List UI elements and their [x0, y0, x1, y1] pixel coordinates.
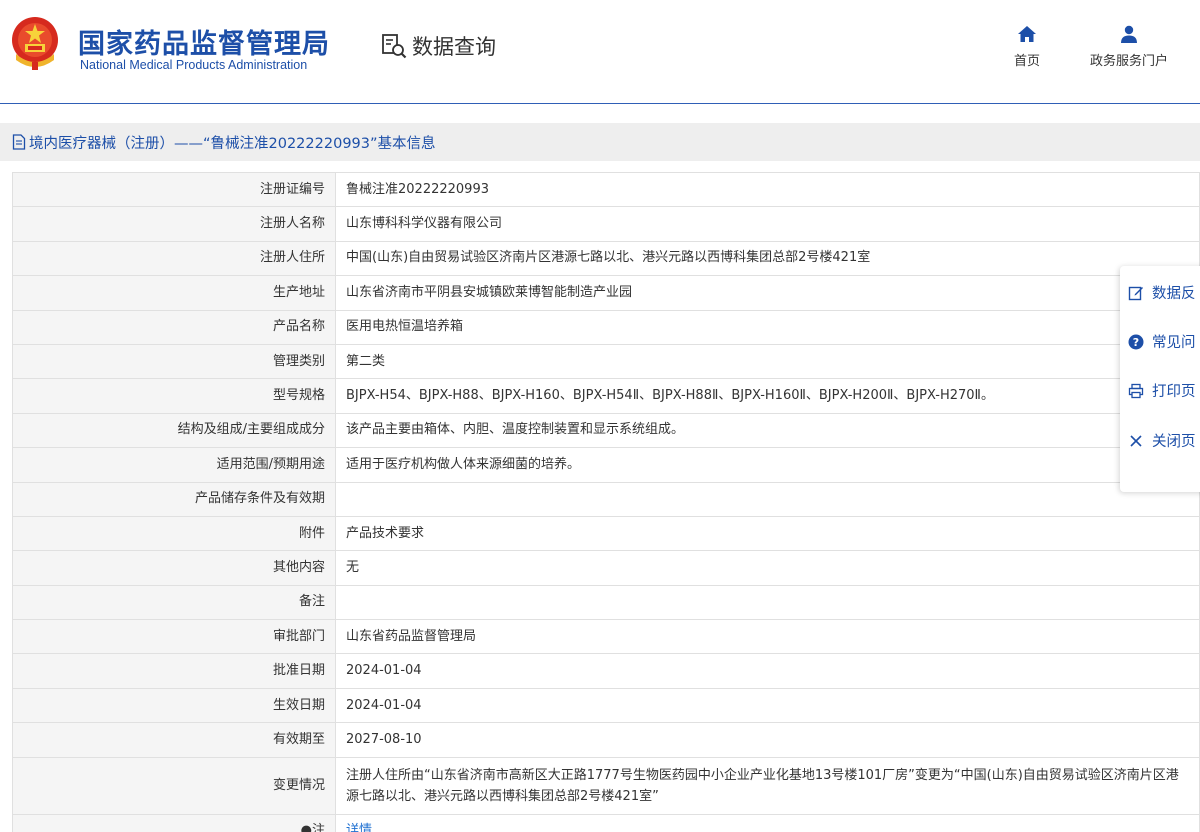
svg-text:?: ? [1133, 336, 1139, 349]
table-row: 生产地址 山东省济南市平阴县安城镇欧莱博智能制造产业园 [12, 275, 1200, 311]
details-link[interactable]: 详情 [346, 823, 372, 832]
row-label: 其他内容 [12, 550, 336, 586]
print-label: 打印页 [1152, 384, 1196, 400]
row-value: 适用于医疗机构做人体来源细菌的培养。 [335, 447, 1200, 483]
row-value [335, 584, 1200, 621]
printer-icon [1128, 383, 1144, 398]
row-value: 医用电热恒温培养箱 [335, 309, 1200, 345]
table-row: 注册证编号 鲁械注准20222220993 [12, 171, 1200, 208]
close-icon [1130, 434, 1142, 447]
table-row: 管理类别 第二类 [12, 343, 1200, 380]
edit-icon [1128, 286, 1143, 300]
row-value: 详情 [335, 813, 1200, 832]
table-row: 注册人名称 山东博科科学仪器有限公司 [12, 206, 1200, 242]
table-row: 产品储存条件及有效期 [12, 481, 1200, 517]
row-value: 产品技术要求 [335, 515, 1200, 552]
document-icon [12, 134, 26, 150]
row-value: 2027-08-10 [335, 722, 1200, 758]
faq-button[interactable]: ? 常见问 [1128, 331, 1196, 352]
registration-info-table: 注册证编号 鲁械注准20222220993 注册人名称 山东博科科学仪器有限公司 注… [12, 171, 1200, 832]
feedback-label: 数据反 [1152, 286, 1196, 302]
print-button[interactable]: 打印页 [1128, 380, 1196, 401]
data-query-title[interactable]: 数据查询 [380, 30, 496, 62]
row-value: 山东博科科学仪器有限公司 [335, 206, 1200, 242]
site-header: 国家药品监督管理局 National Medical Products Admi… [0, 0, 1200, 104]
nav-home-label: 首页 [1013, 54, 1040, 69]
row-value: 无 [335, 550, 1200, 586]
row-label: ●注 [12, 813, 336, 832]
row-value: 山东省济南市平阴县安城镇欧莱博智能制造产业园 [335, 275, 1200, 311]
row-label: 产品名称 [12, 309, 336, 345]
row-label: 结构及组成/主要组成成分 [12, 412, 336, 449]
row-label: 附件 [12, 515, 336, 552]
row-label: 生产地址 [12, 275, 336, 311]
row-label: 变更情况 [12, 756, 336, 815]
row-label: 型号规格 [12, 378, 336, 414]
table-row: 审批部门 山东省药品监督管理局 [12, 619, 1200, 655]
row-label: 有效期至 [12, 722, 336, 758]
row-label: 注册人住所 [12, 240, 336, 277]
feedback-button[interactable]: 数据反 [1128, 282, 1196, 303]
row-value: 第二类 [335, 343, 1200, 380]
row-label: 产品储存条件及有效期 [12, 481, 336, 517]
row-value: 山东省药品监督管理局 [335, 619, 1200, 655]
row-label: 生效日期 [12, 687, 336, 724]
question-icon: ? [1128, 334, 1144, 349]
row-value: 中国(山东)自由贸易试验区济南片区港源七路以北、港兴元路以西博科集团总部2号楼4… [335, 240, 1200, 277]
user-icon [1121, 25, 1137, 43]
row-value [335, 481, 1200, 517]
row-value: BJPX-H54、BJPX-H88、BJPX-H160、BJPX-H54Ⅱ、BJ… [335, 378, 1200, 414]
nav-home[interactable]: 首页 [1008, 24, 1046, 69]
home-icon [1018, 26, 1036, 42]
table-row: 附件 产品技术要求 [12, 515, 1200, 552]
org-name-cn: 国家药品监督管理局 [78, 29, 330, 60]
row-label: 注册人名称 [12, 206, 336, 242]
row-label: 适用范围/预期用途 [12, 447, 336, 483]
table-row: 生效日期 2024-01-04 [12, 687, 1200, 724]
table-row: 其他内容无 [12, 550, 1200, 586]
search-document-icon [382, 34, 407, 59]
row-label: 管理类别 [12, 343, 336, 380]
close-page-label: 关闭页 [1152, 434, 1196, 450]
table-row: 批准日期 2024-01-04 [12, 653, 1200, 689]
record-title-bar: 境内医疗器械（注册）——“鲁械注准20222220993”基本信息 [0, 123, 1200, 161]
table-row: 型号规格 BJPX-H54、BJPX-H88、BJPX-H160、BJPX-H54… [12, 378, 1200, 414]
row-label: 备注 [12, 584, 336, 621]
org-name-en: National Medical Products Administration [80, 58, 308, 72]
table-row: 产品名称 医用电热恒温培养箱 [12, 309, 1200, 345]
table-row: 有效期至 2027-08-10 [12, 722, 1200, 758]
row-label: 审批部门 [12, 619, 336, 655]
row-value: 2024-01-04 [335, 687, 1200, 724]
row-value: 2024-01-04 [335, 653, 1200, 689]
floating-side-panel: 数据反 ? 常见问 打印页 关闭页 [1120, 266, 1200, 492]
row-value: 鲁械注准20222220993 [335, 171, 1200, 208]
close-page-button[interactable]: 关闭页 [1128, 430, 1196, 451]
table-row: 变更情况 注册人住所由“山东省济南市高新区大正路1777号生物医药园中小企业产业化… [12, 756, 1200, 815]
row-value: 该产品主要由箱体、内胆、温度控制装置和显示系统组成。 [335, 412, 1200, 449]
row-label: 注册证编号 [12, 171, 336, 208]
table-row: ●注详情 [12, 813, 1200, 832]
table-row: 适用范围/预期用途 适用于医疗机构做人体来源细菌的培养。 [12, 447, 1200, 483]
table-row: 注册人住所 中国(山东)自由贸易试验区济南片区港源七路以北、港兴元路以西博科集团总… [12, 240, 1200, 277]
nav-service-portal[interactable]: 政务服务门户 [1078, 24, 1180, 69]
table-row: 备注 [12, 584, 1200, 621]
data-query-label: 数据查询 [412, 35, 496, 59]
nav-portal-label: 政务服务门户 [1089, 54, 1168, 69]
table-row: 结构及组成/主要组成成分 该产品主要由箱体、内胆、温度控制装置和显示系统组成。 [12, 412, 1200, 449]
record-title: 境内医疗器械（注册）——“鲁械注准20222220993”基本信息 [29, 135, 436, 152]
faq-label: 常见问 [1152, 335, 1196, 351]
national-emblem-icon [12, 17, 58, 70]
row-value: 注册人住所由“山东省济南市高新区大正路1777号生物医药园中小企业产业化基地13… [335, 756, 1200, 815]
row-label: 批准日期 [12, 653, 336, 689]
